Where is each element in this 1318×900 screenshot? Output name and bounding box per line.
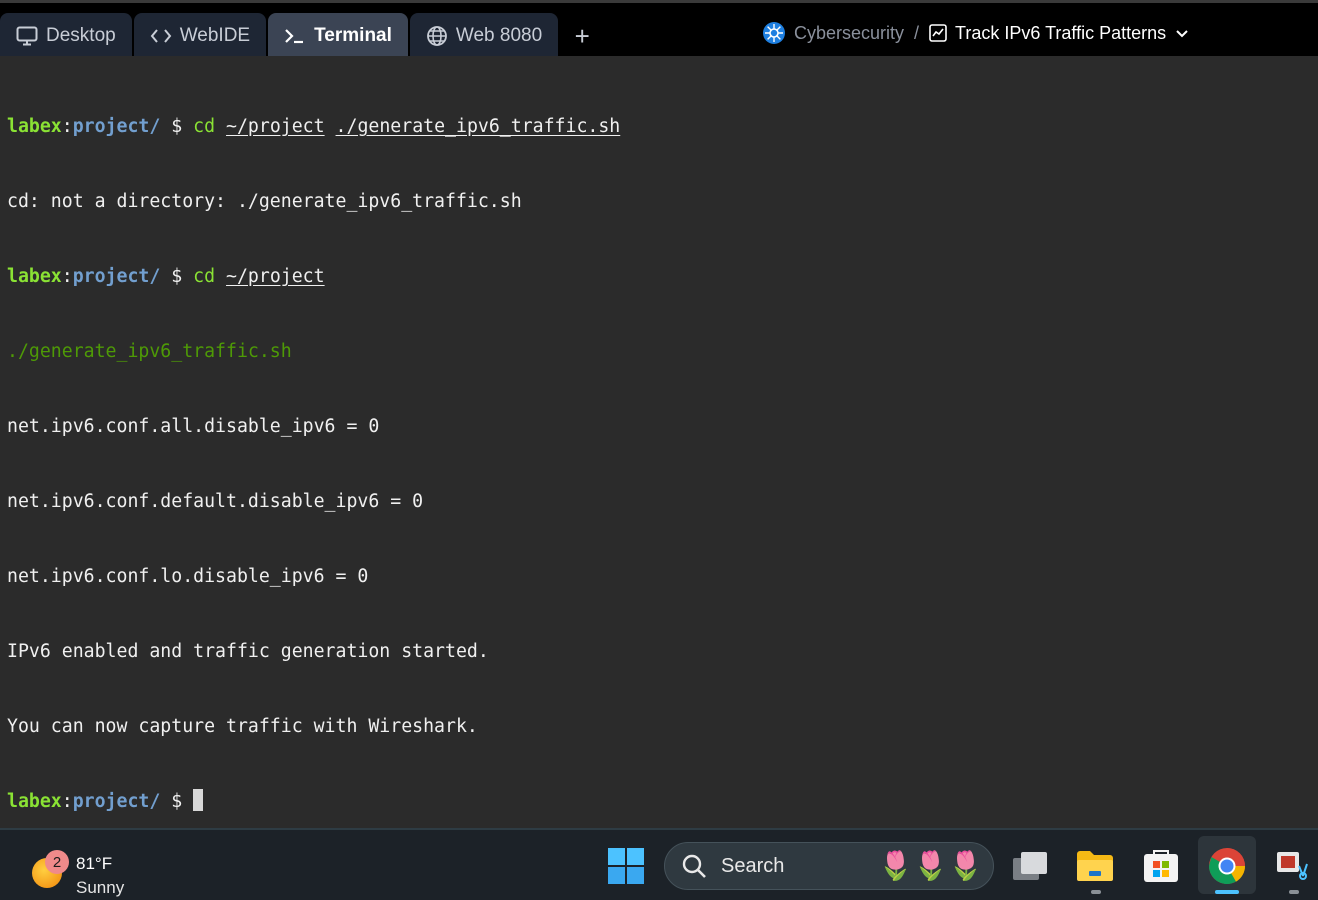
chrome-icon [1209,848,1245,885]
tab-list: Desktop WebIDE Terminal Web 8080 + [0,13,604,59]
weather-condition: Sunny [76,878,125,897]
snipping-tool-icon [1277,852,1308,880]
breadcrumb: Cybersecurity / Track IPv6 Traffic Patte… [762,20,1190,46]
prompt-dollar: $ [160,266,194,287]
tab-desktop[interactable]: Desktop [0,13,132,59]
terminal-line: net.ipv6.conf.default.disable_ipv6 = 0 [7,491,424,512]
globe-icon [426,26,447,46]
terminal-line: labex:project/ $ cd ~/project ./generate… [7,114,1311,139]
top-tab-bar: Desktop WebIDE Terminal Web 8080 + Cyber… [0,0,1318,59]
terminal-line: net.ipv6.conf.all.disable_ipv6 = 0 [7,416,380,437]
terminal-line: cd: not a directory: ./generate_ipv6_tra… [7,191,522,212]
windows-logo-icon [608,848,644,884]
tab-label: Terminal [314,25,392,46]
microsoft-store-button[interactable] [1136,840,1186,892]
folder-icon [1077,851,1113,881]
tab-label: Desktop [46,25,116,46]
add-tab-button[interactable]: + [560,13,604,59]
terminal-line: ./generate_ipv6_traffic.sh [7,341,292,362]
search-icon [682,854,706,878]
command: cd [193,266,216,287]
prompt-dollar: $ [160,791,194,812]
weather-widget[interactable]: 2 81°F Sunny [30,842,140,897]
chevron-down-icon[interactable] [1174,25,1190,41]
chrome-button[interactable] [1202,840,1252,892]
prompt-path: project/ [72,116,161,137]
running-indicator [1289,890,1299,894]
snipping-tool-button[interactable] [1268,840,1318,892]
code-icon [150,29,172,43]
tab-label: Web 8080 [455,25,543,46]
task-view-icon [1013,852,1047,880]
prompt-user: labex [7,266,62,287]
tab-web-8080[interactable]: Web 8080 [409,13,559,59]
prompt-separator: : [61,266,73,287]
prompt-dollar: $ [160,116,194,137]
prompt-separator: : [61,116,73,137]
terminal-line: net.ipv6.conf.lo.disable_ipv6 = 0 [7,566,369,587]
terminal-icon [285,29,304,44]
prompt-separator: : [61,791,73,812]
taskbar: 2 81°F Sunny Search 🌷🌷🌷 [0,828,1318,900]
terminal-cursor [193,789,204,811]
command-arg: ./generate_ipv6_traffic.sh [335,116,621,137]
notification-badge: 2 [45,850,69,874]
monitor-icon [16,26,38,46]
task-view-button[interactable] [1005,840,1055,892]
command-arg: ~/project [226,266,325,287]
prompt-user: labex [7,116,62,137]
tulips-icon: 🌷🌷🌷 [878,850,983,881]
terminal-prompt-line: labex:project/ $ [7,789,1311,814]
active-indicator [1215,890,1239,894]
prompt-path: project/ [72,791,161,812]
command: cd [193,116,216,137]
tab-webide[interactable]: WebIDE [133,13,267,59]
start-button[interactable] [601,840,651,892]
breadcrumb-lab[interactable]: Track IPv6 Traffic Patterns [955,23,1166,44]
cybersecurity-icon [763,22,785,44]
terminal-line: IPv6 enabled and traffic generation star… [7,641,489,662]
file-explorer-button[interactable] [1070,840,1120,892]
tab-terminal[interactable]: Terminal [268,13,408,59]
prompt-path: project/ [72,266,161,287]
prompt-user: labex [7,791,62,812]
lab-chart-icon [929,24,947,42]
terminal-line: labex:project/ $ cd ~/project [7,264,1311,289]
tab-label: WebIDE [179,25,251,46]
running-indicator [1091,890,1101,894]
search-label: Search [721,854,785,877]
breadcrumb-separator: / [914,22,920,43]
breadcrumb-course[interactable]: Cybersecurity [794,23,904,44]
weather-temperature: 81°F [76,854,113,873]
terminal-line: You can now capture traffic with Wiresha… [7,716,478,737]
command-arg: ~/project [226,116,325,137]
terminal-output[interactable]: labex:project/ $ cd ~/project ./generate… [0,56,1318,828]
taskbar-search[interactable]: Search 🌷🌷🌷 [664,842,994,890]
store-icon [1144,850,1178,882]
